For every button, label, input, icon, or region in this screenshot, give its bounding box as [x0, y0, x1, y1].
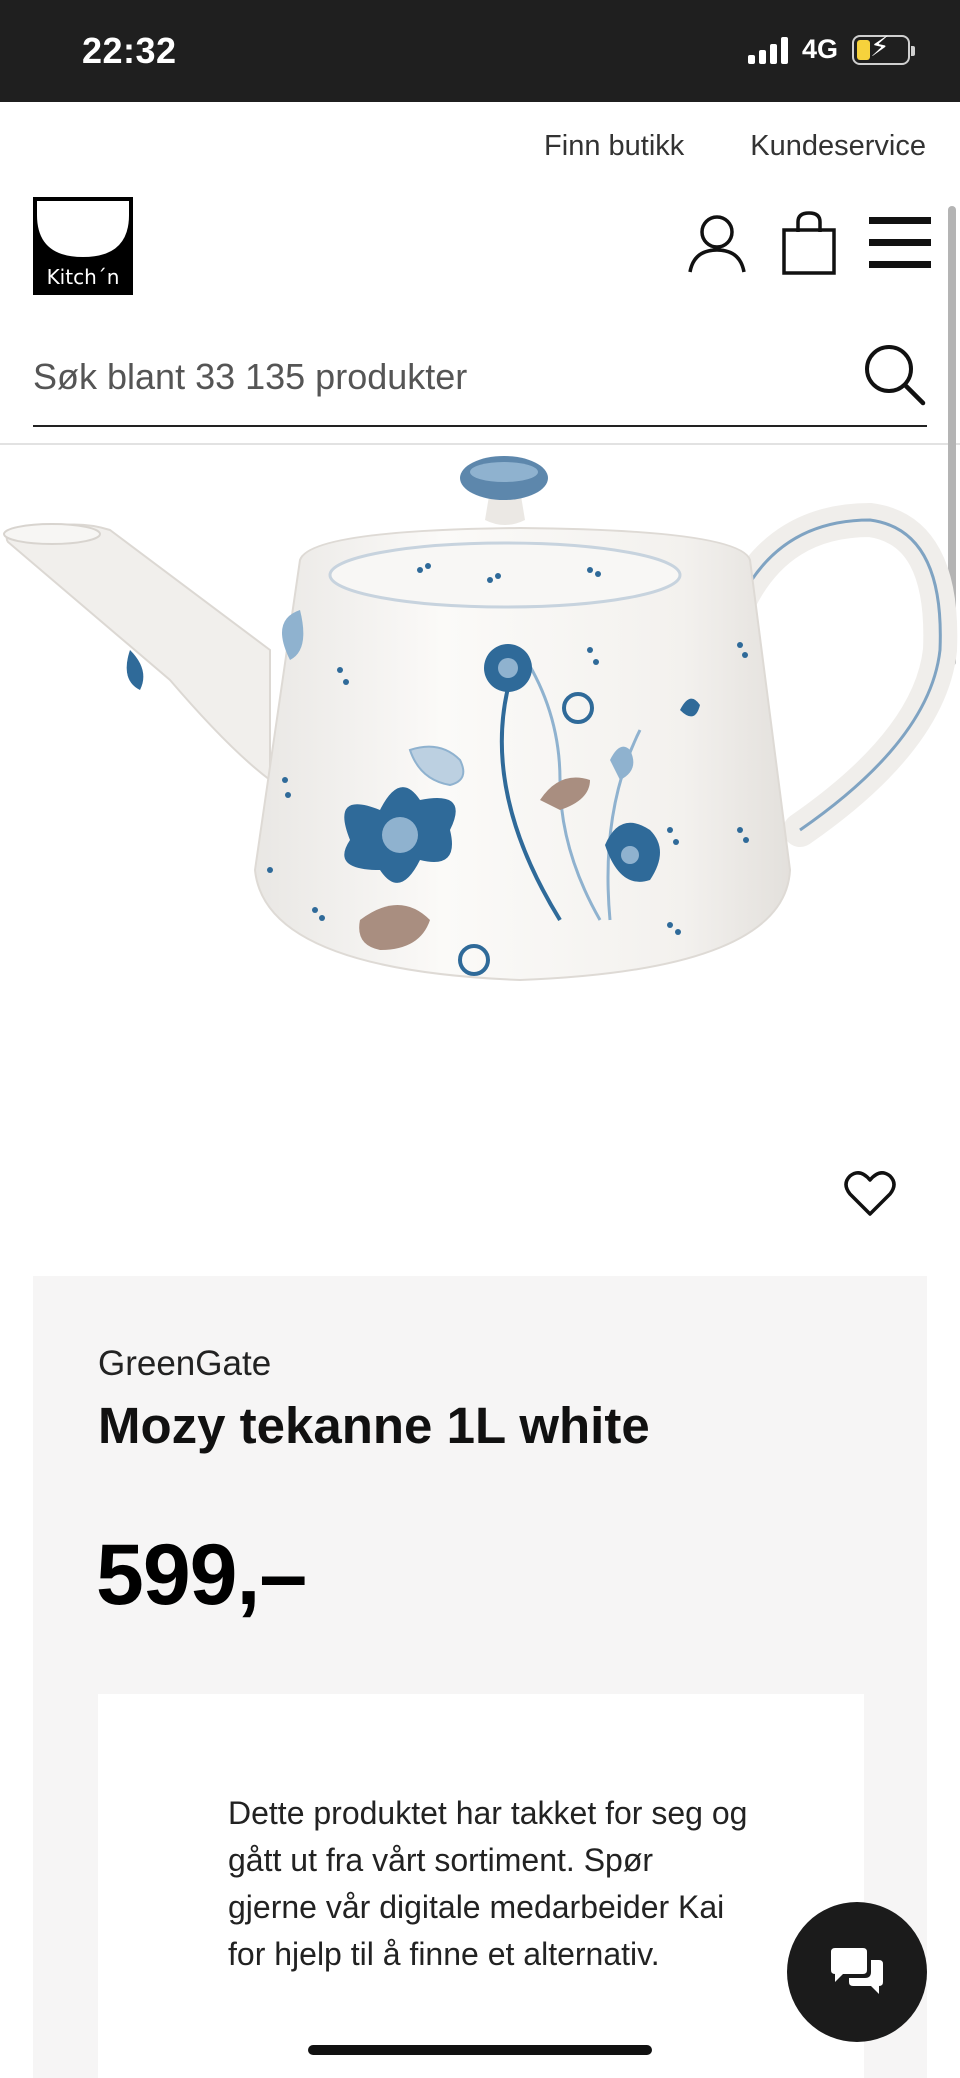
discontinued-notice-text: Dette produktet har takket for seg og gå…: [228, 1795, 748, 1972]
status-indicators: 4G ⚡: [747, 30, 915, 65]
product-brand[interactable]: GreenGate: [98, 1344, 271, 1384]
utility-links: Finn butikk Kundeservice: [544, 130, 926, 163]
customer-service-link[interactable]: Kundeservice: [750, 130, 926, 163]
product-price: 599,–: [96, 1527, 307, 1623]
chat-button[interactable]: [787, 1902, 927, 2042]
kitchn-logo[interactable]: Kitch´n: [33, 197, 133, 295]
search-input[interactable]: [33, 347, 833, 407]
header-divider: [0, 443, 960, 445]
product-title: Mozy tekanne 1L white: [98, 1397, 650, 1454]
status-time: 22:32: [82, 30, 177, 71]
search-bar: [33, 335, 927, 427]
find-store-link[interactable]: Finn butikk: [544, 130, 684, 163]
logo-text: Kitch´n: [46, 265, 120, 289]
home-indicator[interactable]: [308, 2045, 652, 2055]
chat-bubbles-icon: [831, 1948, 883, 1994]
battery-cap: [911, 45, 915, 56]
search-icon[interactable]: [861, 341, 927, 407]
charging-bolt-icon: ⚡: [870, 30, 890, 62]
network-label: 4G: [801, 34, 838, 64]
shopping-bag-icon[interactable]: [780, 210, 838, 281]
product-image[interactable]: [0, 450, 960, 1090]
heart-icon[interactable]: [844, 1170, 896, 1218]
status-bar: 22:32 4G ⚡: [0, 0, 960, 102]
battery-fill: [857, 39, 870, 60]
discontinued-notice: Dette produktet har takket for seg og gå…: [98, 1694, 864, 2078]
account-icon[interactable]: [684, 210, 750, 281]
hamburger-menu-icon[interactable]: [869, 215, 931, 276]
battery-charging-icon: ⚡: [852, 30, 915, 65]
signal-bars-icon: [747, 36, 788, 64]
